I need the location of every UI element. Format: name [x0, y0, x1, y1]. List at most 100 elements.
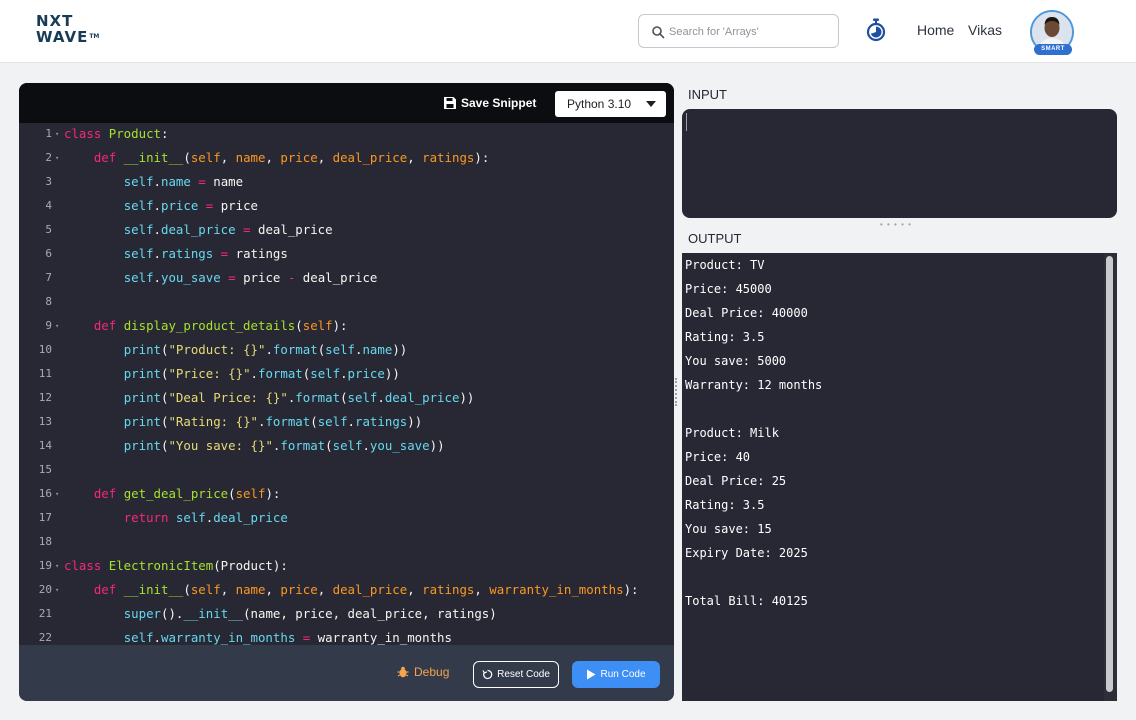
code-token: ): [265, 486, 281, 501]
code-token: deal_price [213, 510, 288, 525]
code-area[interactable]: 1 ▾ class Product: 2 ▾ def __init__(self, na… [19, 123, 674, 645]
fold-toggle-icon[interactable]: ▾ [55, 123, 59, 146]
line-number: 20 [38, 583, 52, 596]
code-token: deal_price [258, 222, 333, 237]
output-line: Price: 45000 [685, 282, 772, 296]
code-token: . [265, 342, 273, 357]
code-line[interactable]: 13 print("Rating: {}".format(self.rating… [19, 410, 674, 434]
code-line[interactable]: 2 ▾ def __init__(self, name, price, deal_… [19, 146, 674, 170]
search-box[interactable] [638, 14, 839, 48]
code-text: class ElectronicItem(Product): [64, 554, 288, 578]
code-line[interactable]: 16 ▾ def get_deal_price(self): [19, 482, 674, 506]
code-line[interactable]: 15 [19, 458, 674, 482]
code-token: self [175, 510, 206, 525]
code-token: name [362, 342, 393, 357]
code-token: , [265, 150, 281, 165]
code-line[interactable]: 17 return self.deal_price [19, 506, 674, 530]
code-token: "Price: {}" [168, 366, 251, 381]
code-token: : [160, 126, 169, 141]
fold-toggle-icon[interactable]: ▾ [55, 578, 59, 602]
line-number: 7 [45, 271, 52, 284]
code-line[interactable]: 3 self.name = name [19, 170, 674, 194]
code-line[interactable]: 1 ▾ class Product: [19, 123, 674, 146]
output-line: Product: TV [685, 258, 765, 272]
code-line[interactable]: 10 print("Product: {}".format(self.name)… [19, 338, 674, 362]
code-token: self [123, 198, 154, 213]
fold-toggle-icon[interactable]: ▾ [55, 146, 59, 170]
code-line[interactable]: 5 self.deal_price = deal_price [19, 218, 674, 242]
line-number: 16 [38, 487, 52, 500]
code-token: , [317, 150, 333, 165]
code-token: deal_price [161, 222, 236, 237]
fold-toggle-icon[interactable]: ▾ [55, 554, 59, 578]
code-text: self.you_save = price - deal_price [64, 266, 378, 290]
code-token: )) [459, 390, 475, 405]
code-token: self [190, 582, 221, 597]
output-line: You save: 5000 [685, 354, 787, 368]
output-scrollbar-thumb[interactable] [1106, 256, 1113, 692]
code-line[interactable]: 8 [19, 290, 674, 314]
code-token: ): [623, 582, 639, 597]
line-number: 2 [45, 151, 52, 164]
nxtwave-logo[interactable]: NXT WAVETM [36, 13, 100, 49]
code-token: ( [183, 150, 191, 165]
reset-code-button[interactable]: Reset Code [473, 661, 559, 688]
code-text: return self.deal_price [64, 506, 288, 530]
vertical-resize-handle[interactable] [675, 378, 679, 406]
code-line[interactable]: 18 [19, 530, 674, 554]
code-text: def get_deal_price(self): [64, 482, 281, 506]
fold-toggle-icon[interactable]: ▾ [55, 482, 59, 506]
code-line[interactable]: 22 self.warranty_in_months = warranty_in… [19, 626, 674, 645]
debug-label: Debug [414, 665, 450, 679]
run-code-button[interactable]: Run Code [572, 661, 660, 688]
code-line[interactable]: 14 print("You save: {}".format(self.you_… [19, 434, 674, 458]
code-token: = [295, 630, 318, 645]
line-number: 22 [38, 631, 52, 644]
language-select[interactable]: Python 3.10 [555, 91, 666, 117]
stopwatch-icon[interactable] [865, 18, 887, 42]
line-number: 13 [38, 415, 52, 428]
search-input[interactable] [669, 21, 829, 43]
fold-toggle-icon[interactable]: ▾ [55, 314, 59, 338]
code-token: ratings [355, 414, 408, 429]
code-token: def [93, 582, 124, 597]
code-token: warranty_in_months [317, 630, 452, 645]
code-line[interactable]: 6 self.ratings = ratings [19, 242, 674, 266]
code-line[interactable]: 21 super().__init__(name, price, deal_pr… [19, 602, 674, 626]
code-token: )) [392, 342, 408, 357]
code-token: self [123, 630, 154, 645]
code-token: )) [384, 366, 400, 381]
code-line[interactable]: 4 self.price = price [19, 194, 674, 218]
code-line[interactable]: 12 print("Deal Price: {}".format(self.de… [19, 386, 674, 410]
input-textarea[interactable] [682, 109, 1117, 218]
editor-action-bar: Debug Reset Code Run Code [19, 645, 674, 701]
text-cursor [686, 113, 687, 131]
profile-avatar[interactable]: SMART [1028, 10, 1076, 56]
code-line[interactable]: 11 print("Price: {}".format(self.price)) [19, 362, 674, 386]
reset-icon [482, 669, 493, 680]
code-token: )) [407, 414, 423, 429]
code-token: self [347, 390, 378, 405]
code-line[interactable]: 7 self.you_save = price - deal_price [19, 266, 674, 290]
line-number: 1 [45, 127, 52, 140]
code-token: self [123, 270, 154, 285]
nav-user-name[interactable]: Vikas [968, 22, 1002, 38]
nav-home-link[interactable]: Home [917, 22, 954, 38]
code-line[interactable]: 20 ▾ def __init__(self, name, price, deal… [19, 578, 674, 602]
code-token: = [213, 246, 236, 261]
code-token: price [347, 366, 385, 381]
horizontal-resize-handle[interactable]: • • • • • [880, 220, 912, 229]
code-token: name [235, 582, 266, 597]
line-number: 11 [38, 367, 52, 380]
code-token: self [123, 246, 154, 261]
code-token: ElectronicItem [108, 558, 214, 573]
save-snippet-button[interactable]: Save Snippet [443, 94, 536, 112]
debug-button[interactable]: Debug [397, 665, 449, 679]
code-line[interactable]: 19 ▾ class ElectronicItem(Product): [19, 554, 674, 578]
code-line[interactable]: 9 ▾ def display_product_details(self): [19, 314, 674, 338]
